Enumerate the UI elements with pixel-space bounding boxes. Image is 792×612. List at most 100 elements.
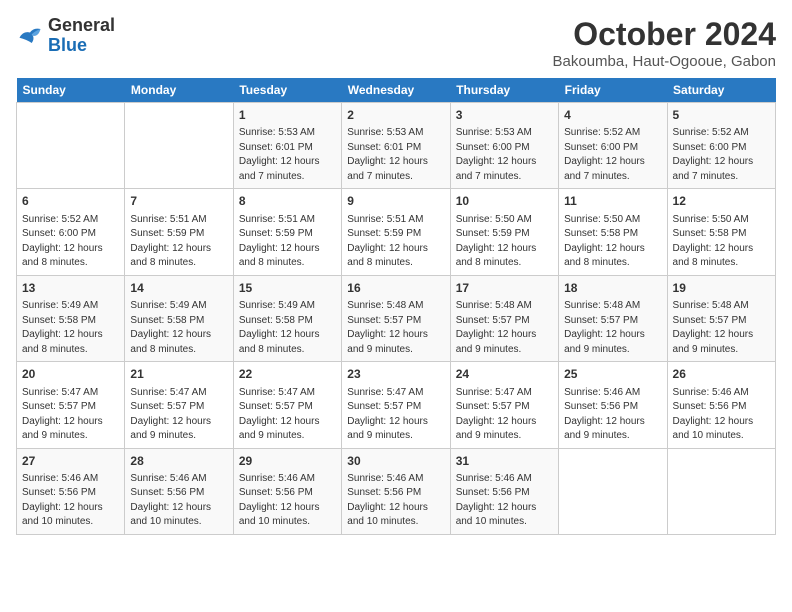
calendar-cell: 2Sunrise: 5:53 AM Sunset: 6:01 PM Daylig…	[342, 103, 450, 189]
calendar-header-friday: Friday	[559, 78, 667, 103]
day-number: 20	[22, 366, 119, 383]
day-number: 7	[130, 193, 227, 210]
day-number: 9	[347, 193, 444, 210]
day-number: 23	[347, 366, 444, 383]
day-info: Sunrise: 5:47 AM Sunset: 5:57 PM Dayligh…	[130, 386, 227, 444]
day-info: Sunrise: 5:49 AM Sunset: 5:58 PM Dayligh…	[130, 299, 227, 357]
page-header: General Blue October 2024 Bakoumba, Haut…	[16, 16, 776, 70]
calendar-cell: 1 Sunrise: 5:53 AM Sunset: 6:01 PM Daylig…	[233, 103, 341, 189]
day-number: 12	[673, 193, 770, 210]
day-info: Sunrise: 5:48 AM Sunset: 5:57 PM Dayligh…	[673, 299, 770, 357]
calendar-cell: 27 Sunrise: 5:46 AM Sunset: 5:56 PM Dayli…	[17, 448, 125, 534]
calendar-cell: 24 Sunrise: 5:47 AM Sunset: 5:57 PM Dayli…	[450, 362, 558, 448]
day-number: 24	[456, 366, 553, 383]
calendar-cell: 13 Sunrise: 5:49 AM Sunset: 5:58 PM Dayli…	[17, 275, 125, 361]
day-number: 13	[22, 280, 119, 297]
day-number: 29	[239, 453, 336, 470]
day-info: Sunrise: 5:46 AM Sunset: 5:56 PM Dayligh…	[456, 472, 553, 530]
calendar-cell: 9Sunrise: 5:51 AM Sunset: 5:59 PM Daylig…	[342, 189, 450, 275]
calendar-week-row: 13 Sunrise: 5:49 AM Sunset: 5:58 PM Dayli…	[17, 275, 776, 361]
day-info: Sunrise: 5:48 AM Sunset: 5:57 PM Dayligh…	[456, 299, 553, 357]
day-info: Sunrise: 5:50 AM Sunset: 5:58 PM Dayligh…	[673, 213, 770, 271]
calendar-cell: 6Sunrise: 5:52 AM Sunset: 6:00 PM Daylig…	[17, 189, 125, 275]
day-info: Sunrise: 5:46 AM Sunset: 5:56 PM Dayligh…	[239, 472, 336, 530]
day-number: 11	[564, 193, 661, 210]
logo-line2: Blue	[48, 36, 115, 56]
calendar-cell: 30Sunrise: 5:46 AM Sunset: 5:56 PM Dayli…	[342, 448, 450, 534]
day-number: 18	[564, 280, 661, 297]
calendar-header-tuesday: Tuesday	[233, 78, 341, 103]
calendar-cell: 21 Sunrise: 5:47 AM Sunset: 5:57 PM Dayli…	[125, 362, 233, 448]
day-number: 16	[347, 280, 444, 297]
calendar-cell: 18 Sunrise: 5:48 AM Sunset: 5:57 PM Dayli…	[559, 275, 667, 361]
calendar-week-row: 27 Sunrise: 5:46 AM Sunset: 5:56 PM Dayli…	[17, 448, 776, 534]
day-info: Sunrise: 5:46 AM Sunset: 5:56 PM Dayligh…	[130, 472, 227, 530]
calendar-cell: 5Sunrise: 5:52 AM Sunset: 6:00 PM Daylig…	[667, 103, 775, 189]
calendar-cell	[559, 448, 667, 534]
day-number: 3	[456, 107, 553, 124]
calendar-cell: 14 Sunrise: 5:49 AM Sunset: 5:58 PM Dayli…	[125, 275, 233, 361]
day-number: 14	[130, 280, 227, 297]
day-info: Sunrise: 5:51 AM Sunset: 5:59 PM Dayligh…	[239, 213, 336, 271]
calendar-cell: 7Sunrise: 5:51 AM Sunset: 5:59 PM Daylig…	[125, 189, 233, 275]
day-info: Sunrise: 5:53 AM Sunset: 6:01 PM Dayligh…	[239, 126, 336, 184]
calendar-header-sunday: Sunday	[17, 78, 125, 103]
day-info: Sunrise: 5:50 AM Sunset: 5:58 PM Dayligh…	[564, 213, 661, 271]
day-number: 15	[239, 280, 336, 297]
calendar-cell: 31 Sunrise: 5:46 AM Sunset: 5:56 PM Dayli…	[450, 448, 558, 534]
logo: General Blue	[16, 16, 115, 56]
calendar-cell: 19 Sunrise: 5:48 AM Sunset: 5:57 PM Dayli…	[667, 275, 775, 361]
calendar-cell	[17, 103, 125, 189]
calendar-header-monday: Monday	[125, 78, 233, 103]
calendar-header-thursday: Thursday	[450, 78, 558, 103]
calendar-cell	[125, 103, 233, 189]
day-info: Sunrise: 5:47 AM Sunset: 5:57 PM Dayligh…	[22, 386, 119, 444]
title-block: October 2024 Bakoumba, Haut-Ogooue, Gabo…	[553, 16, 776, 70]
day-number: 21	[130, 366, 227, 383]
calendar-cell	[667, 448, 775, 534]
day-info: Sunrise: 5:52 AM Sunset: 6:00 PM Dayligh…	[22, 213, 119, 271]
day-number: 1	[239, 107, 336, 124]
page-title: October 2024	[553, 16, 776, 53]
day-number: 22	[239, 366, 336, 383]
day-info: Sunrise: 5:53 AM Sunset: 6:00 PM Dayligh…	[456, 126, 553, 184]
day-number: 27	[22, 453, 119, 470]
calendar-cell: 20 Sunrise: 5:47 AM Sunset: 5:57 PM Dayli…	[17, 362, 125, 448]
page-subtitle: Bakoumba, Haut-Ogooue, Gabon	[553, 53, 776, 70]
logo-icon	[16, 22, 44, 50]
day-info: Sunrise: 5:48 AM Sunset: 5:57 PM Dayligh…	[347, 299, 444, 357]
calendar-cell: 17 Sunrise: 5:48 AM Sunset: 5:57 PM Dayli…	[450, 275, 558, 361]
day-info: Sunrise: 5:49 AM Sunset: 5:58 PM Dayligh…	[22, 299, 119, 357]
day-info: Sunrise: 5:46 AM Sunset: 5:56 PM Dayligh…	[22, 472, 119, 530]
calendar-header-row: SundayMondayTuesdayWednesdayThursdayFrid…	[17, 78, 776, 103]
day-number: 8	[239, 193, 336, 210]
calendar-header-wednesday: Wednesday	[342, 78, 450, 103]
day-number: 26	[673, 366, 770, 383]
day-number: 28	[130, 453, 227, 470]
day-info: Sunrise: 5:50 AM Sunset: 5:59 PM Dayligh…	[456, 213, 553, 271]
day-info: Sunrise: 5:47 AM Sunset: 5:57 PM Dayligh…	[456, 386, 553, 444]
calendar-cell: 25Sunrise: 5:46 AM Sunset: 5:56 PM Dayli…	[559, 362, 667, 448]
calendar-cell: 12 Sunrise: 5:50 AM Sunset: 5:58 PM Dayli…	[667, 189, 775, 275]
calendar-table: SundayMondayTuesdayWednesdayThursdayFrid…	[16, 78, 776, 535]
day-info: Sunrise: 5:49 AM Sunset: 5:58 PM Dayligh…	[239, 299, 336, 357]
calendar-cell: 26 Sunrise: 5:46 AM Sunset: 5:56 PM Dayli…	[667, 362, 775, 448]
day-info: Sunrise: 5:52 AM Sunset: 6:00 PM Dayligh…	[673, 126, 770, 184]
calendar-cell: 16 Sunrise: 5:48 AM Sunset: 5:57 PM Dayli…	[342, 275, 450, 361]
calendar-cell: 22 Sunrise: 5:47 AM Sunset: 5:57 PM Dayli…	[233, 362, 341, 448]
day-number: 19	[673, 280, 770, 297]
day-info: Sunrise: 5:53 AM Sunset: 6:01 PM Dayligh…	[347, 126, 444, 184]
day-info: Sunrise: 5:47 AM Sunset: 5:57 PM Dayligh…	[239, 386, 336, 444]
day-number: 31	[456, 453, 553, 470]
day-number: 10	[456, 193, 553, 210]
calendar-cell: 23 Sunrise: 5:47 AM Sunset: 5:57 PM Dayli…	[342, 362, 450, 448]
day-number: 4	[564, 107, 661, 124]
day-info: Sunrise: 5:46 AM Sunset: 5:56 PM Dayligh…	[347, 472, 444, 530]
calendar-cell: 4Sunrise: 5:52 AM Sunset: 6:00 PM Daylig…	[559, 103, 667, 189]
day-info: Sunrise: 5:47 AM Sunset: 5:57 PM Dayligh…	[347, 386, 444, 444]
calendar-cell: 11 Sunrise: 5:50 AM Sunset: 5:58 PM Dayli…	[559, 189, 667, 275]
calendar-week-row: 6Sunrise: 5:52 AM Sunset: 6:00 PM Daylig…	[17, 189, 776, 275]
day-info: Sunrise: 5:46 AM Sunset: 5:56 PM Dayligh…	[673, 386, 770, 444]
day-info: Sunrise: 5:48 AM Sunset: 5:57 PM Dayligh…	[564, 299, 661, 357]
day-number: 17	[456, 280, 553, 297]
